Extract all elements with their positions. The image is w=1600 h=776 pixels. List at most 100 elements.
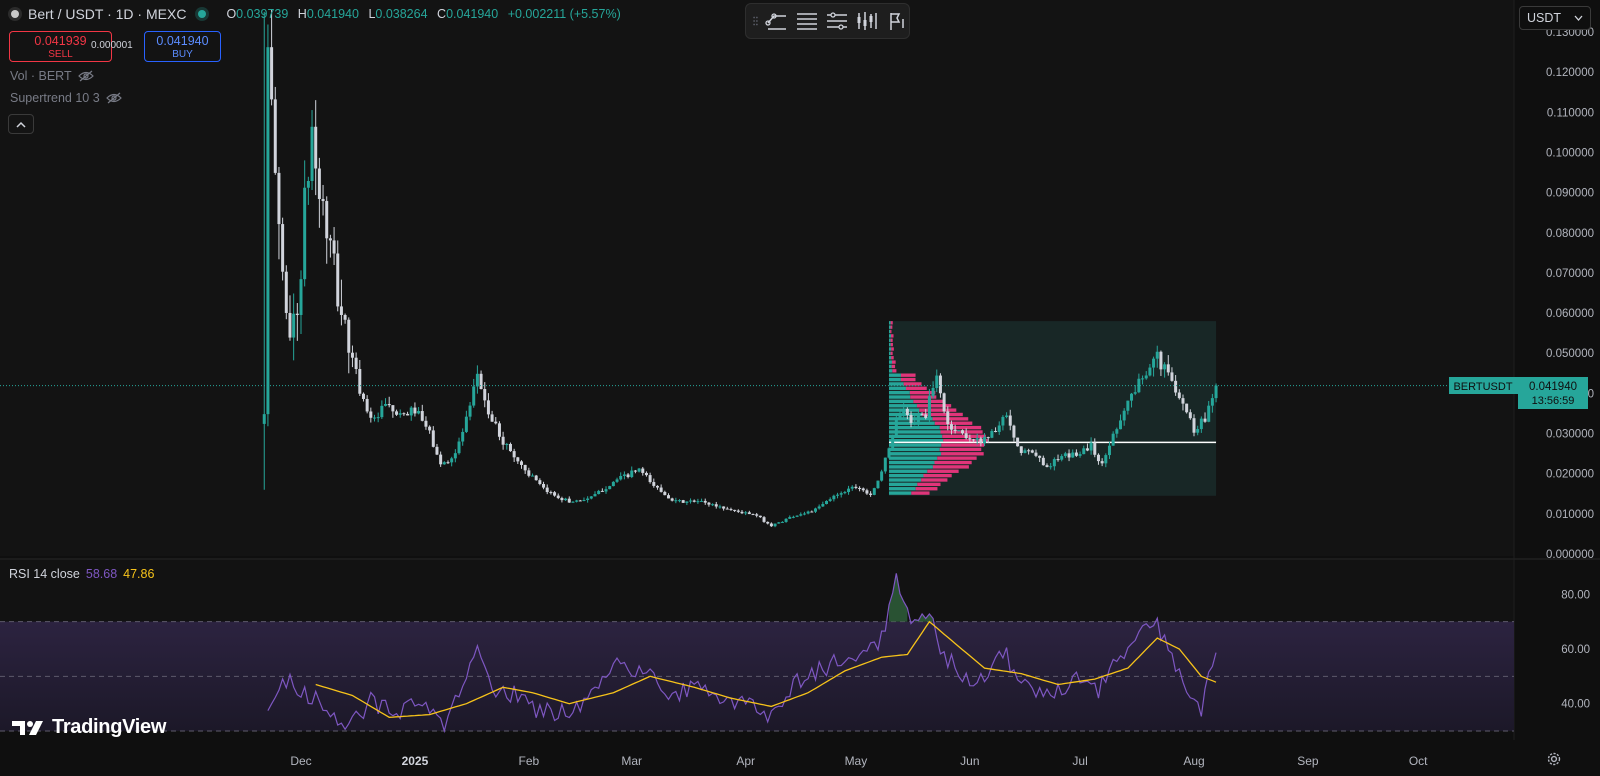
buy-button[interactable]: 0.041940 BUY bbox=[144, 31, 221, 62]
candle bbox=[891, 434, 895, 450]
tradingview-mark-icon bbox=[12, 720, 43, 735]
time-axis-tick: 2025 bbox=[402, 754, 429, 768]
volume-profile-down-bar bbox=[890, 351, 893, 356]
time-axis-tick: Feb bbox=[518, 754, 539, 768]
eye-hidden-icon[interactable] bbox=[77, 70, 94, 82]
price-axis-tick: 0.050000 bbox=[1546, 348, 1594, 360]
collapse-legend-button[interactable] bbox=[8, 114, 34, 134]
parallel-channel-icon bbox=[827, 12, 847, 30]
volume-profile-down-bar bbox=[939, 425, 982, 430]
rsi-axis-tick: 40.00 bbox=[1561, 699, 1590, 711]
candle bbox=[880, 469, 884, 482]
time-axis[interactable]: Dec 2025 Feb Mar Apr May Jun Jul Aug Sep Oct bbox=[290, 754, 1428, 768]
candle bbox=[872, 487, 876, 496]
volume-profile-down-bar bbox=[891, 360, 896, 364]
supertrend-indicator-label: Supertrend 10 3 bbox=[10, 91, 100, 105]
candle bbox=[681, 499, 685, 503]
volume-profile-up-bar bbox=[888, 469, 928, 473]
volume-profile-up-bar bbox=[888, 491, 912, 495]
candle bbox=[887, 447, 891, 459]
eye-hidden-icon[interactable] bbox=[105, 92, 122, 104]
volume-profile-down-bar bbox=[919, 408, 957, 412]
price-axis[interactable]: 0.0000000.0100000.0200000.0300000.040000… bbox=[1546, 27, 1594, 561]
volume-profile-down-bar bbox=[890, 325, 893, 329]
volume-profile-down-bar bbox=[915, 487, 938, 491]
candle bbox=[1016, 437, 1020, 447]
price-axis-tick: 0.090000 bbox=[1546, 188, 1594, 200]
rsi-legend: RSI 14 close 58.68 47.86 bbox=[9, 567, 154, 581]
indicator-tool[interactable] bbox=[855, 8, 879, 34]
volume-profile-down-bar bbox=[900, 377, 916, 382]
gear-icon[interactable] bbox=[1546, 751, 1562, 767]
volume-profile-down-bar bbox=[937, 456, 977, 460]
volume-profile-down-bar bbox=[891, 334, 894, 338]
supertrend-indicator-row[interactable]: Supertrend 10 3 bbox=[10, 91, 122, 105]
rsi-ma-value: 47.86 bbox=[123, 567, 155, 581]
currency-selector[interactable]: USDT bbox=[1519, 6, 1591, 30]
volume-profile-down-bar bbox=[921, 478, 948, 482]
tradingview-chart-window: 0.0000000.0100000.0200000.0300000.040000… bbox=[0, 0, 1600, 776]
volume-indicator-row[interactable]: Vol · BERT bbox=[10, 69, 94, 83]
candle bbox=[894, 415, 898, 438]
volume-profile-up-bar bbox=[888, 334, 892, 338]
volume-profile-down-bar bbox=[900, 373, 916, 377]
volume-profile-down-bar bbox=[905, 386, 927, 390]
rsi-label[interactable]: RSI 14 close bbox=[9, 567, 80, 581]
drag-handle-icon[interactable] bbox=[752, 11, 759, 31]
volume-profile-up-bar bbox=[888, 369, 893, 373]
time-axis-tick: Sep bbox=[1297, 754, 1319, 768]
bar-countdown: 13:56:59 bbox=[1532, 395, 1575, 407]
market-status-dot[interactable] bbox=[198, 10, 207, 18]
time-axis-tick: May bbox=[845, 754, 868, 768]
volume-profile-up-bar bbox=[888, 399, 914, 404]
buy-label: BUY bbox=[172, 49, 193, 60]
price-axis-tick: 0.110000 bbox=[1547, 107, 1594, 119]
volume-indicator-label: Vol · BERT bbox=[10, 69, 72, 83]
last-price-value: 0.041940 bbox=[1529, 381, 1577, 393]
fib-lines-icon bbox=[797, 13, 817, 30]
ohlc-open-key: O bbox=[226, 7, 237, 21]
volume-profile-up-bar bbox=[888, 325, 891, 329]
candle bbox=[876, 480, 880, 489]
price-axis-tick: 0.120000 bbox=[1546, 67, 1594, 79]
volume-profile-up-bar bbox=[888, 473, 924, 478]
volume-profile-up-bar bbox=[888, 390, 910, 395]
rsi-value: 58.68 bbox=[85, 567, 118, 581]
flag-tool[interactable] bbox=[885, 8, 909, 34]
time-axis-tick: Mar bbox=[621, 754, 642, 768]
volume-profile-up-bar bbox=[888, 395, 911, 399]
candle bbox=[284, 265, 288, 320]
price-axis-tick: 0.100000 bbox=[1546, 147, 1594, 159]
symbol-title[interactable]: Bert / USDT · 1D · MEXC bbox=[28, 6, 186, 22]
time-axis-tick: Aug bbox=[1183, 754, 1204, 768]
volume-profile-down-bar bbox=[939, 447, 982, 452]
volume-profile-down-bar bbox=[891, 356, 894, 360]
time-axis-tick: Dec bbox=[290, 754, 311, 768]
fib-retracement-tool[interactable] bbox=[795, 8, 819, 34]
tradingview-logo[interactable]: TradingView bbox=[12, 716, 166, 739]
volume-profile-down-bar bbox=[911, 491, 930, 495]
volume-profile-down-bar bbox=[941, 452, 984, 456]
main-pane-bg bbox=[0, 0, 1514, 556]
volume-profile-down-bar bbox=[927, 469, 959, 473]
price-axis-tick: 0.070000 bbox=[1546, 268, 1594, 280]
trend-line-tool[interactable] bbox=[765, 8, 789, 34]
price-chart[interactable]: 0.0000000.0100000.0200000.0300000.040000… bbox=[0, 0, 1600, 776]
volume-profile-up-bar bbox=[888, 351, 891, 356]
rsi-axis-tick: 80.00 bbox=[1561, 589, 1590, 601]
volume-profile-down-bar bbox=[890, 321, 893, 325]
channel-tool[interactable] bbox=[825, 8, 849, 34]
volume-profile-up-bar bbox=[888, 465, 933, 469]
ohlc-close: 0.041940 bbox=[446, 7, 499, 21]
ohlc-high-key: H bbox=[297, 7, 307, 21]
drawing-toolbar bbox=[745, 3, 910, 39]
volume-profile-down-bar bbox=[890, 338, 893, 342]
volume-profile-down-bar bbox=[932, 417, 969, 421]
time-axis-tick: Jul bbox=[1072, 754, 1087, 768]
volume-profile-down-bar bbox=[891, 364, 896, 369]
volume-profile-down-bar bbox=[934, 460, 972, 465]
volume-profile-up-bar bbox=[888, 373, 901, 377]
volume-profile-up-bar bbox=[888, 478, 922, 482]
candle bbox=[281, 217, 285, 281]
price-axis-tick: 0.020000 bbox=[1546, 469, 1594, 481]
